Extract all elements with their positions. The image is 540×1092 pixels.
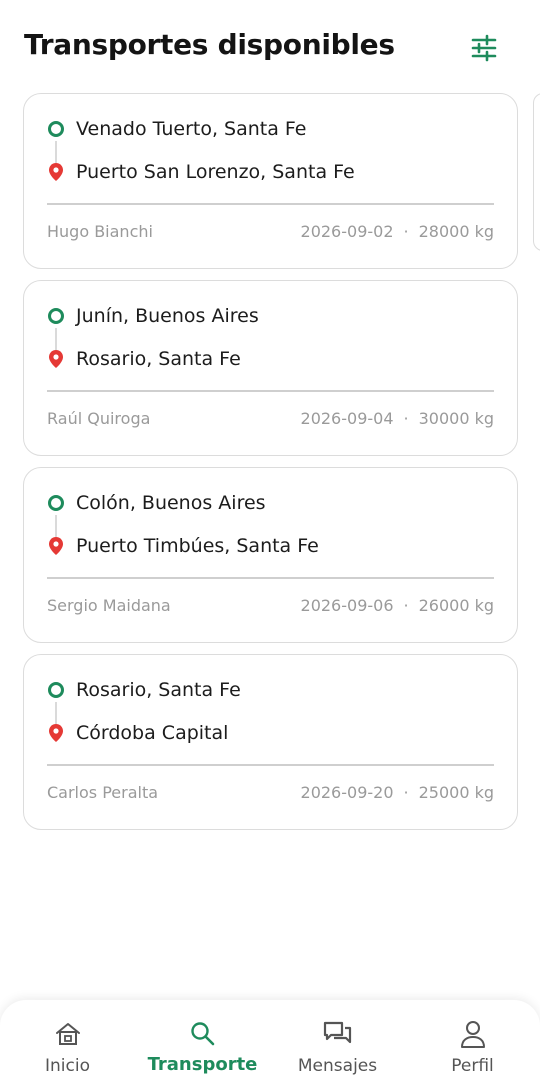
- card-footer: Carlos Peralta 2026-09-20 · 25000 kg: [47, 783, 494, 802]
- origin-row: Junín, Buenos Aires: [48, 305, 259, 327]
- next-card-peek: [533, 93, 540, 251]
- card-divider: [47, 390, 494, 392]
- card-footer: Hugo Bianchi 2026-09-02 · 28000 kg: [47, 222, 494, 241]
- card-divider: [47, 203, 494, 205]
- origin-label: Colón, Buenos Aires: [76, 492, 266, 514]
- card-footer: Raúl Quiroga 2026-09-04 · 30000 kg: [47, 409, 494, 428]
- transport-card[interactable]: Colón, Buenos Aires Puerto Timbúes, Sant…: [23, 467, 518, 643]
- trip-date: 2026-09-20: [300, 783, 394, 802]
- destination-row: Puerto Timbúes, Santa Fe: [48, 535, 319, 557]
- origin-row: Colón, Buenos Aires: [48, 492, 266, 514]
- driver-name: Raúl Quiroga: [47, 409, 151, 428]
- driver-name: Hugo Bianchi: [47, 222, 153, 241]
- trip-date: 2026-09-04: [300, 409, 394, 428]
- transport-card[interactable]: Junín, Buenos Aires Rosario, Santa Fe Ra…: [23, 280, 518, 456]
- sliders-icon: [471, 34, 497, 62]
- origin-row: Venado Tuerto, Santa Fe: [48, 118, 307, 140]
- transport-card[interactable]: Venado Tuerto, Santa Fe Puerto San Loren…: [23, 93, 518, 269]
- cargo-weight: 30000 kg: [418, 409, 494, 428]
- origin-circle-icon: [48, 495, 64, 511]
- driver-name: Sergio Maidana: [47, 596, 171, 615]
- page-title: Transportes disponibles: [24, 28, 395, 61]
- card-footer: Sergio Maidana 2026-09-06 · 26000 kg: [47, 596, 494, 615]
- origin-row: Rosario, Santa Fe: [48, 679, 241, 701]
- location-pin-icon: [48, 163, 64, 181]
- destination-row: Córdoba Capital: [48, 722, 228, 744]
- trip-meta: 2026-09-20 · 25000 kg: [301, 783, 494, 802]
- bottom-nav: Inicio Transporte Mensajes Perfil: [0, 1000, 540, 1092]
- meta-separator: ·: [403, 222, 409, 241]
- origin-circle-icon: [48, 682, 64, 698]
- nav-item-transporte[interactable]: Transporte: [135, 1000, 270, 1092]
- app-header: Transportes disponibles: [0, 0, 540, 94]
- transport-list: Venado Tuerto, Santa Fe Puerto San Loren…: [23, 93, 518, 841]
- trip-meta: 2026-09-02 · 28000 kg: [301, 222, 494, 241]
- nav-label: Transporte: [147, 1054, 258, 1075]
- destination-label: Córdoba Capital: [76, 722, 229, 744]
- transport-card[interactable]: Rosario, Santa Fe Córdoba Capital Carlos…: [23, 654, 518, 830]
- home-icon: [54, 1020, 82, 1048]
- meta-separator: ·: [403, 409, 409, 428]
- card-divider: [47, 577, 494, 579]
- trip-meta: 2026-09-04 · 30000 kg: [301, 409, 494, 428]
- origin-label: Junín, Buenos Aires: [76, 305, 259, 327]
- origin-circle-icon: [48, 121, 64, 137]
- destination-label: Rosario, Santa Fe: [76, 348, 241, 370]
- route-connector: [55, 328, 57, 350]
- nav-item-inicio[interactable]: Inicio: [0, 1000, 135, 1092]
- route-connector: [55, 702, 57, 724]
- cargo-weight: 28000 kg: [418, 222, 494, 241]
- origin-circle-icon: [48, 308, 64, 324]
- nav-label: Inicio: [45, 1056, 90, 1076]
- origin-label: Rosario, Santa Fe: [76, 679, 241, 701]
- origin-label: Venado Tuerto, Santa Fe: [76, 118, 307, 140]
- nav-label: Mensajes: [297, 1056, 378, 1076]
- destination-row: Puerto San Lorenzo, Santa Fe: [48, 161, 355, 183]
- meta-separator: ·: [403, 596, 409, 615]
- nav-label: Perfil: [451, 1056, 494, 1076]
- nav-item-mensajes[interactable]: Mensajes: [270, 1000, 405, 1092]
- card-divider: [47, 764, 494, 766]
- chat-icon: [323, 1020, 353, 1048]
- cargo-weight: 26000 kg: [418, 596, 494, 615]
- location-pin-icon: [48, 724, 64, 742]
- search-icon: [189, 1020, 217, 1048]
- user-icon: [460, 1020, 486, 1048]
- trip-date: 2026-09-02: [300, 222, 394, 241]
- trip-date: 2026-09-06: [300, 596, 394, 615]
- destination-label: Puerto San Lorenzo, Santa Fe: [76, 161, 355, 183]
- filter-button[interactable]: [466, 30, 502, 66]
- trip-meta: 2026-09-06 · 26000 kg: [301, 596, 494, 615]
- nav-item-perfil[interactable]: Perfil: [405, 1000, 540, 1092]
- cargo-weight: 25000 kg: [418, 783, 494, 802]
- destination-label: Puerto Timbúes, Santa Fe: [76, 535, 319, 557]
- driver-name: Carlos Peralta: [47, 783, 159, 802]
- route-connector: [55, 141, 57, 163]
- location-pin-icon: [48, 350, 64, 368]
- meta-separator: ·: [403, 783, 409, 802]
- location-pin-icon: [48, 537, 64, 555]
- route-connector: [55, 515, 57, 537]
- destination-row: Rosario, Santa Fe: [48, 348, 241, 370]
